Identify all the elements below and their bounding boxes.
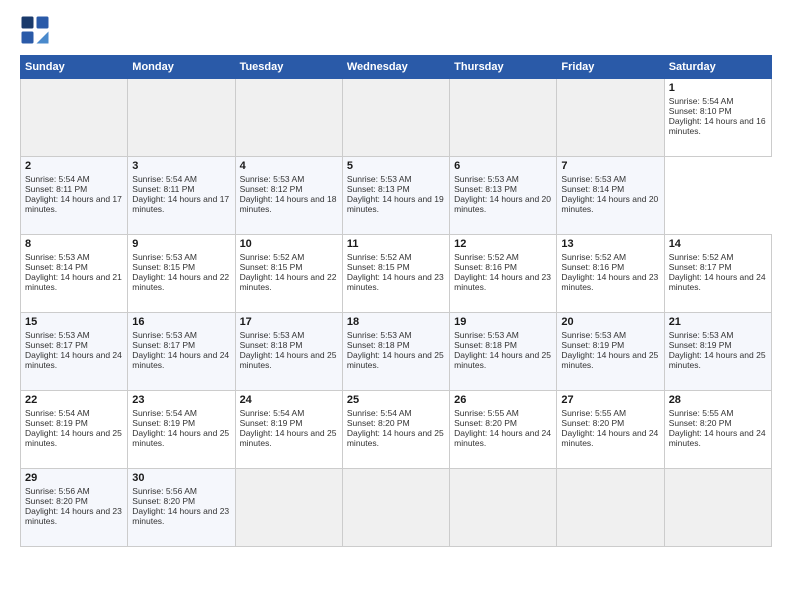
calendar-day-7: 7Sunrise: 5:53 AMSunset: 8:14 PMDaylight… [557,157,664,235]
col-header-sunday: Sunday [21,56,128,79]
calendar-day-29: 29Sunrise: 5:56 AMSunset: 8:20 PMDayligh… [21,469,128,547]
empty-cell [664,469,771,547]
calendar-day-5: 5Sunrise: 5:53 AMSunset: 8:13 PMDaylight… [342,157,449,235]
empty-cell [342,469,449,547]
empty-cell [235,79,342,157]
header [20,15,772,45]
calendar-day-20: 20Sunrise: 5:53 AMSunset: 8:19 PMDayligh… [557,313,664,391]
calendar-day-9: 9Sunrise: 5:53 AMSunset: 8:15 PMDaylight… [128,235,235,313]
empty-cell [21,79,128,157]
calendar-day-17: 17Sunrise: 5:53 AMSunset: 8:18 PMDayligh… [235,313,342,391]
col-header-monday: Monday [128,56,235,79]
col-header-friday: Friday [557,56,664,79]
calendar-day-3: 3Sunrise: 5:54 AMSunset: 8:11 PMDaylight… [128,157,235,235]
calendar-day-21: 21Sunrise: 5:53 AMSunset: 8:19 PMDayligh… [664,313,771,391]
col-header-tuesday: Tuesday [235,56,342,79]
calendar-day-11: 11Sunrise: 5:52 AMSunset: 8:15 PMDayligh… [342,235,449,313]
calendar-day-24: 24Sunrise: 5:54 AMSunset: 8:19 PMDayligh… [235,391,342,469]
empty-cell [235,469,342,547]
calendar-week-2: 2Sunrise: 5:54 AMSunset: 8:11 PMDaylight… [21,157,772,235]
empty-cell [342,79,449,157]
calendar-day-30: 30Sunrise: 5:56 AMSunset: 8:20 PMDayligh… [128,469,235,547]
calendar-day-27: 27Sunrise: 5:55 AMSunset: 8:20 PMDayligh… [557,391,664,469]
calendar-week-3: 8Sunrise: 5:53 AMSunset: 8:14 PMDaylight… [21,235,772,313]
calendar-day-18: 18Sunrise: 5:53 AMSunset: 8:18 PMDayligh… [342,313,449,391]
calendar-week-4: 15Sunrise: 5:53 AMSunset: 8:17 PMDayligh… [21,313,772,391]
calendar-week-5: 22Sunrise: 5:54 AMSunset: 8:19 PMDayligh… [21,391,772,469]
calendar-day-1: 1Sunrise: 5:54 AMSunset: 8:10 PMDaylight… [664,79,771,157]
col-header-thursday: Thursday [450,56,557,79]
empty-cell [450,469,557,547]
calendar-day-10: 10Sunrise: 5:52 AMSunset: 8:15 PMDayligh… [235,235,342,313]
calendar-day-28: 28Sunrise: 5:55 AMSunset: 8:20 PMDayligh… [664,391,771,469]
col-header-wednesday: Wednesday [342,56,449,79]
empty-cell [450,79,557,157]
calendar-day-14: 14Sunrise: 5:52 AMSunset: 8:17 PMDayligh… [664,235,771,313]
calendar-day-12: 12Sunrise: 5:52 AMSunset: 8:16 PMDayligh… [450,235,557,313]
calendar-week-6: 29Sunrise: 5:56 AMSunset: 8:20 PMDayligh… [21,469,772,547]
calendar-day-25: 25Sunrise: 5:54 AMSunset: 8:20 PMDayligh… [342,391,449,469]
calendar-day-23: 23Sunrise: 5:54 AMSunset: 8:19 PMDayligh… [128,391,235,469]
calendar-day-8: 8Sunrise: 5:53 AMSunset: 8:14 PMDaylight… [21,235,128,313]
calendar-day-26: 26Sunrise: 5:55 AMSunset: 8:20 PMDayligh… [450,391,557,469]
empty-cell [557,79,664,157]
calendar-day-15: 15Sunrise: 5:53 AMSunset: 8:17 PMDayligh… [21,313,128,391]
calendar-day-6: 6Sunrise: 5:53 AMSunset: 8:13 PMDaylight… [450,157,557,235]
calendar-container: SundayMondayTuesdayWednesdayThursdayFrid… [0,0,792,612]
calendar-day-2: 2Sunrise: 5:54 AMSunset: 8:11 PMDaylight… [21,157,128,235]
logo-icon [20,15,50,45]
empty-cell [128,79,235,157]
calendar-day-13: 13Sunrise: 5:52 AMSunset: 8:16 PMDayligh… [557,235,664,313]
calendar-day-22: 22Sunrise: 5:54 AMSunset: 8:19 PMDayligh… [21,391,128,469]
calendar-day-16: 16Sunrise: 5:53 AMSunset: 8:17 PMDayligh… [128,313,235,391]
logo [20,15,54,45]
calendar-day-19: 19Sunrise: 5:53 AMSunset: 8:18 PMDayligh… [450,313,557,391]
header-row: SundayMondayTuesdayWednesdayThursdayFrid… [21,56,772,79]
calendar-day-4: 4Sunrise: 5:53 AMSunset: 8:12 PMDaylight… [235,157,342,235]
calendar-week-1: 1Sunrise: 5:54 AMSunset: 8:10 PMDaylight… [21,79,772,157]
col-header-saturday: Saturday [664,56,771,79]
calendar-table: SundayMondayTuesdayWednesdayThursdayFrid… [20,55,772,547]
empty-cell [557,469,664,547]
